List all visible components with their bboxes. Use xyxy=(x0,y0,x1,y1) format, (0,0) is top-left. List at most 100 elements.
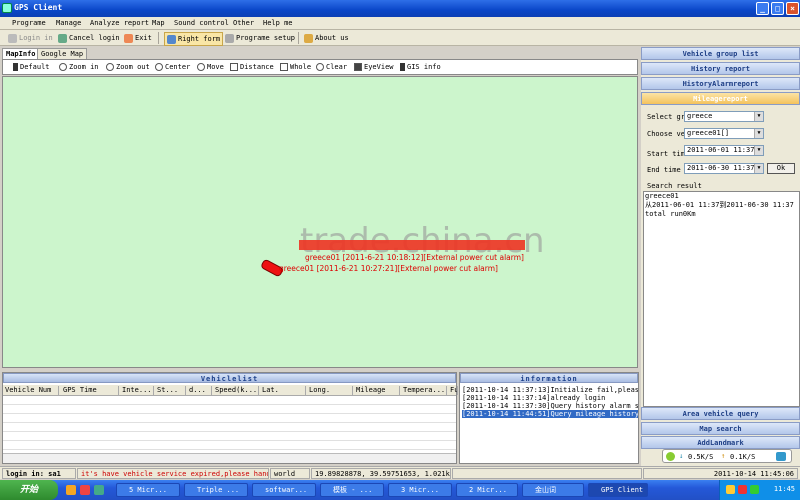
service-message: it's have vehicle service expired,please… xyxy=(77,468,269,479)
area-vehicle-query-header[interactable]: Area vehicle query xyxy=(641,407,800,420)
column-header[interactable]: Mileage xyxy=(354,386,400,395)
taskbar: 开始 5 Micr... Triple ... softwar... 模板 - … xyxy=(0,480,800,500)
dropdown-arrow-icon: ▼ xyxy=(754,112,763,121)
taskbar-item[interactable]: softwar... xyxy=(252,483,316,497)
menu-map[interactable]: Map xyxy=(152,19,165,27)
mileage-report-header[interactable]: Mileagereport xyxy=(641,92,800,105)
tool-gis-info[interactable]: GIS info xyxy=(400,63,441,71)
clock: 11:45 xyxy=(773,485,795,493)
user-icon xyxy=(8,33,17,43)
menu-sound-control[interactable]: Sound control xyxy=(174,19,229,27)
taskbar-item[interactable]: 5 Micr... xyxy=(116,483,180,497)
vehicle-group-list-header[interactable]: Vehicle group list xyxy=(641,47,800,60)
cursor-icon xyxy=(13,63,18,71)
status-empty xyxy=(452,468,642,479)
group-select[interactable]: greece ▼ xyxy=(684,111,764,122)
tool-distance[interactable]: Distance xyxy=(230,63,274,71)
menu-programe[interactable]: Programe xyxy=(12,19,46,27)
taskbar-item[interactable]: 金山词 xyxy=(522,483,584,497)
login-button[interactable]: Login in xyxy=(8,32,53,44)
download-arrow-icon: ↓ xyxy=(679,452,684,460)
right-panel: Vehicle group list History report Histor… xyxy=(641,47,800,467)
log-line-selected[interactable]: [2011-10-14 11:44:51]Query mileage histo… xyxy=(462,410,638,418)
about-button[interactable]: About us xyxy=(304,32,349,44)
column-header[interactable]: Vehicle Num xyxy=(3,386,59,395)
clear-icon xyxy=(316,63,324,71)
horizontal-scrollbar[interactable] xyxy=(3,453,456,463)
quicklaunch-icon[interactable] xyxy=(80,485,90,495)
tool-zoom-in[interactable]: Zoom in xyxy=(59,63,99,71)
menu-other[interactable]: Other xyxy=(233,19,254,27)
zoom-out-icon xyxy=(106,63,114,71)
choose-vehicle-label: Choose veh xyxy=(647,130,690,138)
table-row xyxy=(3,405,456,414)
download-speed: 0.5K/S xyxy=(688,453,714,461)
vehicle-select[interactable]: greece01[] ▼ xyxy=(684,128,764,139)
column-header[interactable]: Inte... xyxy=(120,386,154,395)
table-row xyxy=(3,396,456,405)
end-time-input[interactable]: 2011-06-30 11:37 ▼ xyxy=(684,163,764,174)
exit-button[interactable]: Exit xyxy=(124,32,152,44)
dropdown-arrow-icon: ▼ xyxy=(754,164,763,173)
log-line: [2011-10-14 11:37:13]Initialize fail,ple… xyxy=(462,386,638,394)
taskbar-item[interactable]: 2 Micr... xyxy=(456,483,518,497)
tool-default[interactable]: Default xyxy=(13,63,50,71)
quicklaunch-icon[interactable] xyxy=(94,485,104,495)
title-bar: GPS Client _ □ × xyxy=(0,0,800,17)
history-report-header[interactable]: History report xyxy=(641,62,800,75)
map-search-header[interactable]: Map search xyxy=(641,422,800,435)
tool-eyeview[interactable]: EyeView xyxy=(354,63,394,71)
column-header[interactable]: St... xyxy=(155,386,186,395)
maximize-button[interactable]: □ xyxy=(771,2,784,15)
tool-whole[interactable]: Whole xyxy=(280,63,311,71)
taskbar-item[interactable]: 模板 - ... xyxy=(320,483,384,497)
add-landmark-header[interactable]: AddLandmark xyxy=(641,436,800,449)
taskbar-item[interactable]: 3 Micr... xyxy=(388,483,452,497)
column-header[interactable]: Long. xyxy=(307,386,353,395)
tool-zoom-out[interactable]: Zoom out xyxy=(106,63,150,71)
start-time-input[interactable]: 2011-06-01 11:37 ▼ xyxy=(684,145,764,156)
tray-icon[interactable] xyxy=(738,485,747,494)
toolbar-divider xyxy=(158,32,159,44)
column-header[interactable]: Lat. xyxy=(260,386,306,395)
result-line: greece01 xyxy=(645,192,679,200)
tool-move[interactable]: Move xyxy=(197,63,224,71)
minimize-button[interactable]: _ xyxy=(756,2,769,15)
tool-clear[interactable]: Clear xyxy=(316,63,347,71)
toolbar-divider xyxy=(298,32,299,44)
taskbar-item[interactable]: Triple ... xyxy=(184,483,248,497)
taskbar-item-active[interactable]: GPS Client xyxy=(588,483,648,497)
start-button[interactable]: 开始 xyxy=(0,480,58,500)
menu-analyze-report[interactable]: Analyze report xyxy=(90,19,149,27)
vehicle-table-header: Vehicle Num GPS Time Inte... St... d... … xyxy=(3,385,458,396)
search-result-label: Search result xyxy=(647,182,702,190)
column-header[interactable]: Speed(k... xyxy=(213,386,259,395)
menu-manage[interactable]: Manage xyxy=(56,19,81,27)
end-time-label: End time xyxy=(647,166,681,174)
speed-settings-icon[interactable] xyxy=(776,452,786,461)
toolbar: Login in Cancel login Exit Right form Pr… xyxy=(0,30,800,46)
right-form-button[interactable]: Right form xyxy=(164,32,224,46)
tray-icon[interactable] xyxy=(750,485,759,494)
vehicle-list-title: Vehiclelist xyxy=(3,373,456,383)
history-alarm-report-header[interactable]: HistoryAlarmreport xyxy=(641,77,800,90)
programe-setup-button[interactable]: Programe setup xyxy=(225,32,295,44)
column-header[interactable]: d... xyxy=(187,386,212,395)
menu-help[interactable]: Help me xyxy=(263,19,293,27)
log-line: [2011-10-14 11:37:14]already login xyxy=(462,394,606,402)
close-button[interactable]: × xyxy=(786,2,799,15)
cancel-login-button[interactable]: Cancel login xyxy=(58,32,120,44)
map-canvas[interactable]: trade.china.cn greece01 [2011-6-21 10:18… xyxy=(2,76,638,368)
tool-center[interactable]: Center xyxy=(155,63,190,71)
column-header[interactable]: Fu xyxy=(448,386,458,395)
tray-icon[interactable] xyxy=(726,485,735,494)
information-panel: information [2011-10-14 11:37:13]Initial… xyxy=(459,372,639,464)
quicklaunch-icon[interactable] xyxy=(66,485,76,495)
table-row xyxy=(3,423,456,432)
column-header[interactable]: GPS Time xyxy=(61,386,119,395)
column-header[interactable]: Tempera... xyxy=(401,386,447,395)
table-row xyxy=(3,432,456,441)
dropdown-arrow-icon: ▼ xyxy=(754,129,763,138)
ok-button[interactable]: Ok xyxy=(767,163,795,174)
dropdown-arrow-icon: ▼ xyxy=(754,146,763,155)
